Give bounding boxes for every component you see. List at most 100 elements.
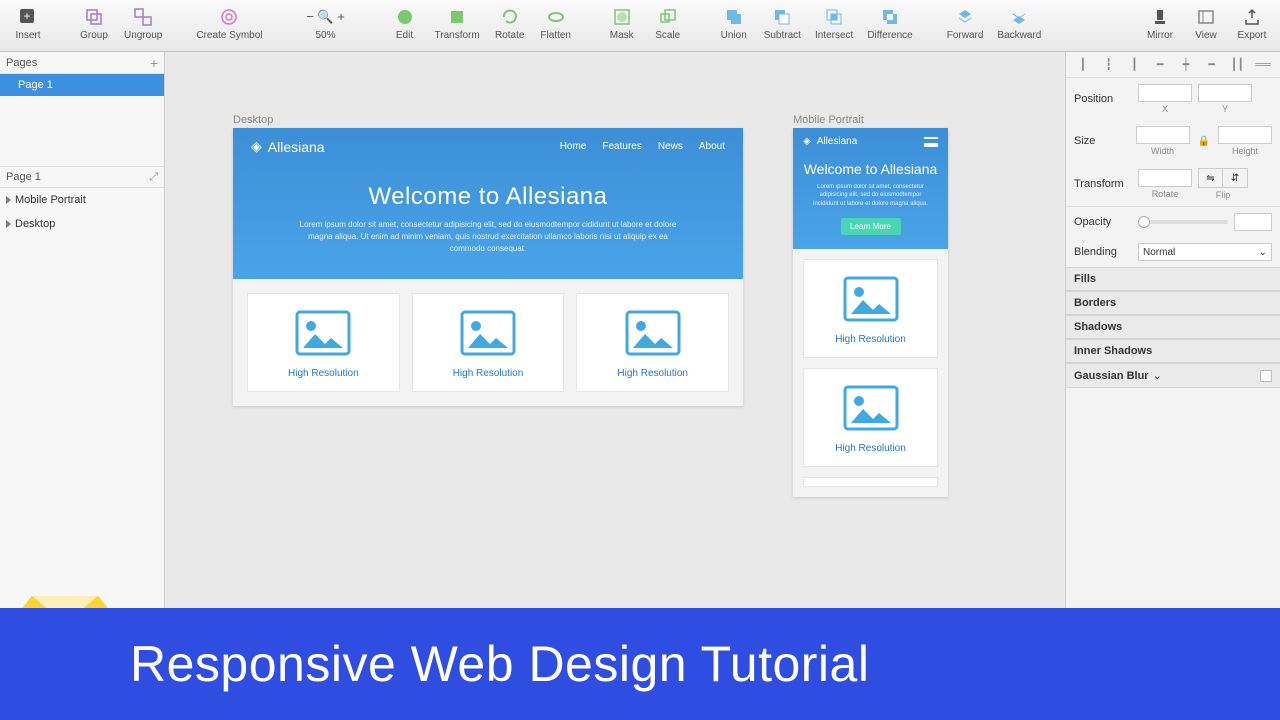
flatten-icon [545,6,567,28]
disclosure-icon[interactable] [6,196,11,204]
page-item[interactable]: Page 1 [0,74,164,96]
card: High Resolution [803,259,938,358]
pos-x-input[interactable] [1138,84,1192,102]
scale-button[interactable]: Scale [646,4,690,43]
card: High Resolution [576,293,729,392]
disclosure-icon[interactable] [6,220,11,228]
opacity-input[interactable] [1234,213,1272,231]
group-button[interactable]: Group [72,4,116,43]
intersect-button[interactable]: Intersect [809,4,859,43]
difference-button[interactable]: Difference [861,4,918,43]
layers-header: Page 1 ⤢ [0,166,164,188]
hero-title: Welcome to Allesiana [803,161,938,177]
align-center-icon[interactable]: ┇ [1102,58,1116,72]
insert-icon: + [17,6,39,28]
backward-icon [1008,6,1030,28]
section-gaussian[interactable]: Gaussian Blur ⌄ [1066,363,1280,388]
nav-about[interactable]: About [699,141,725,152]
distribute-h-icon[interactable]: ┃┃ [1230,58,1244,72]
image-icon [843,276,899,322]
toolbar: + Insert Group Ungroup Create Symbol − 🔍… [0,0,1280,52]
edit-icon [394,6,416,28]
nav-links: Home Features News About [560,141,725,152]
flip-v-icon[interactable]: ⇵ [1223,169,1247,187]
transform-icon [446,6,468,28]
distribute-v-icon[interactable]: ══ [1256,58,1270,72]
artboard-mobile[interactable]: ◈Allesiana Welcome to Allesiana Lorem ip… [793,128,948,497]
rotate-icon [499,6,521,28]
align-top-icon[interactable]: ━ [1153,58,1167,72]
blending-select[interactable]: Normal⌄ [1138,243,1272,261]
create-symbol-button[interactable]: Create Symbol [190,4,268,43]
export-button[interactable]: Export [1230,4,1274,43]
hero-desktop: ◈Allesiana Home Features News About Welc… [233,128,743,279]
add-page-icon[interactable]: + [150,55,158,71]
brand: ◈Allesiana [803,136,857,147]
hero-body: Lorem ipsum dolor sit amet, consectetur … [807,183,934,208]
align-bottom-icon[interactable]: ━ [1205,58,1219,72]
view-icon [1195,6,1217,28]
card: High Resolution [247,293,400,392]
nav-news[interactable]: News [658,141,683,152]
align-row: ┃ ┇ ┃ ━ ┿ ━ ┃┃ ══ [1066,52,1280,78]
section-fills[interactable]: Fills [1066,267,1280,291]
mask-button[interactable]: Mask [600,4,644,43]
forward-button[interactable]: Forward [941,4,990,43]
card: High Resolution [412,293,565,392]
nav-home[interactable]: Home [560,141,587,152]
flatten-button[interactable]: Flatten [534,4,578,43]
forward-icon [954,6,976,28]
backward-button[interactable]: Backward [991,4,1047,43]
view-button[interactable]: View [1184,4,1228,43]
rotate-button[interactable]: Rotate [488,4,532,43]
lock-icon[interactable]: 🔒 [1196,136,1212,147]
section-borders[interactable]: Borders [1066,291,1280,315]
export-icon [1241,6,1263,28]
width-input[interactable] [1136,126,1190,144]
insert-button[interactable]: + Insert [6,4,50,43]
zoom-control[interactable]: − 🔍 +50% [291,4,361,43]
opacity-slider[interactable] [1138,220,1228,224]
hero-title: Welcome to Allesiana [251,183,725,211]
layers-toggle-icon[interactable]: ⤢ [149,171,158,184]
layer-desktop[interactable]: Desktop [0,212,164,236]
mirror-icon [1149,6,1171,28]
image-icon [460,310,516,356]
section-inner-shadows[interactable]: Inner Shadows [1066,339,1280,363]
ungroup-button[interactable]: Ungroup [118,4,168,43]
hamburger-icon[interactable] [924,137,938,147]
artboard-label-mobile[interactable]: Mobile Portrait [793,114,864,126]
flip-buttons[interactable]: ⇋⇵ [1198,168,1248,188]
svg-text:+: + [23,9,30,23]
chevron-down-icon[interactable]: ⌄ [1153,369,1162,382]
nav-features[interactable]: Features [602,141,641,152]
section-shadows[interactable]: Shadows [1066,315,1280,339]
tutorial-banner: Responsive Web Design Tutorial [0,608,1280,720]
height-input[interactable] [1218,126,1272,144]
transform-button[interactable]: Transform [429,4,486,43]
artboard-desktop[interactable]: ◈Allesiana Home Features News About Welc… [233,128,743,406]
align-left-icon[interactable]: ┃ [1076,58,1090,72]
rotate-input[interactable] [1138,169,1192,187]
union-button[interactable]: Union [712,4,756,43]
union-icon [723,6,745,28]
brand: ◈Allesiana [251,138,325,155]
cards-column: High Resolution High Resolution [793,249,948,497]
card [803,477,938,487]
layer-mobile[interactable]: Mobile Portrait [0,188,164,212]
flip-h-icon[interactable]: ⇋ [1199,169,1223,187]
symbol-icon [218,6,240,28]
edit-button[interactable]: Edit [383,4,427,43]
image-icon [295,310,351,356]
gaussian-checkbox[interactable] [1260,370,1272,382]
ungroup-icon [132,6,154,28]
learn-more-button[interactable]: Learn More [841,218,901,235]
align-middle-icon[interactable]: ┿ [1179,58,1193,72]
align-right-icon[interactable]: ┃ [1127,58,1141,72]
image-icon [625,310,681,356]
subtract-button[interactable]: Subtract [758,4,807,43]
pos-y-input[interactable] [1198,84,1252,102]
artboard-label-desktop[interactable]: Desktop [233,114,273,126]
hero-body: Lorem ipsum dolor sit amet, consectetur … [298,219,678,255]
mirror-button[interactable]: Mirror [1138,4,1182,43]
